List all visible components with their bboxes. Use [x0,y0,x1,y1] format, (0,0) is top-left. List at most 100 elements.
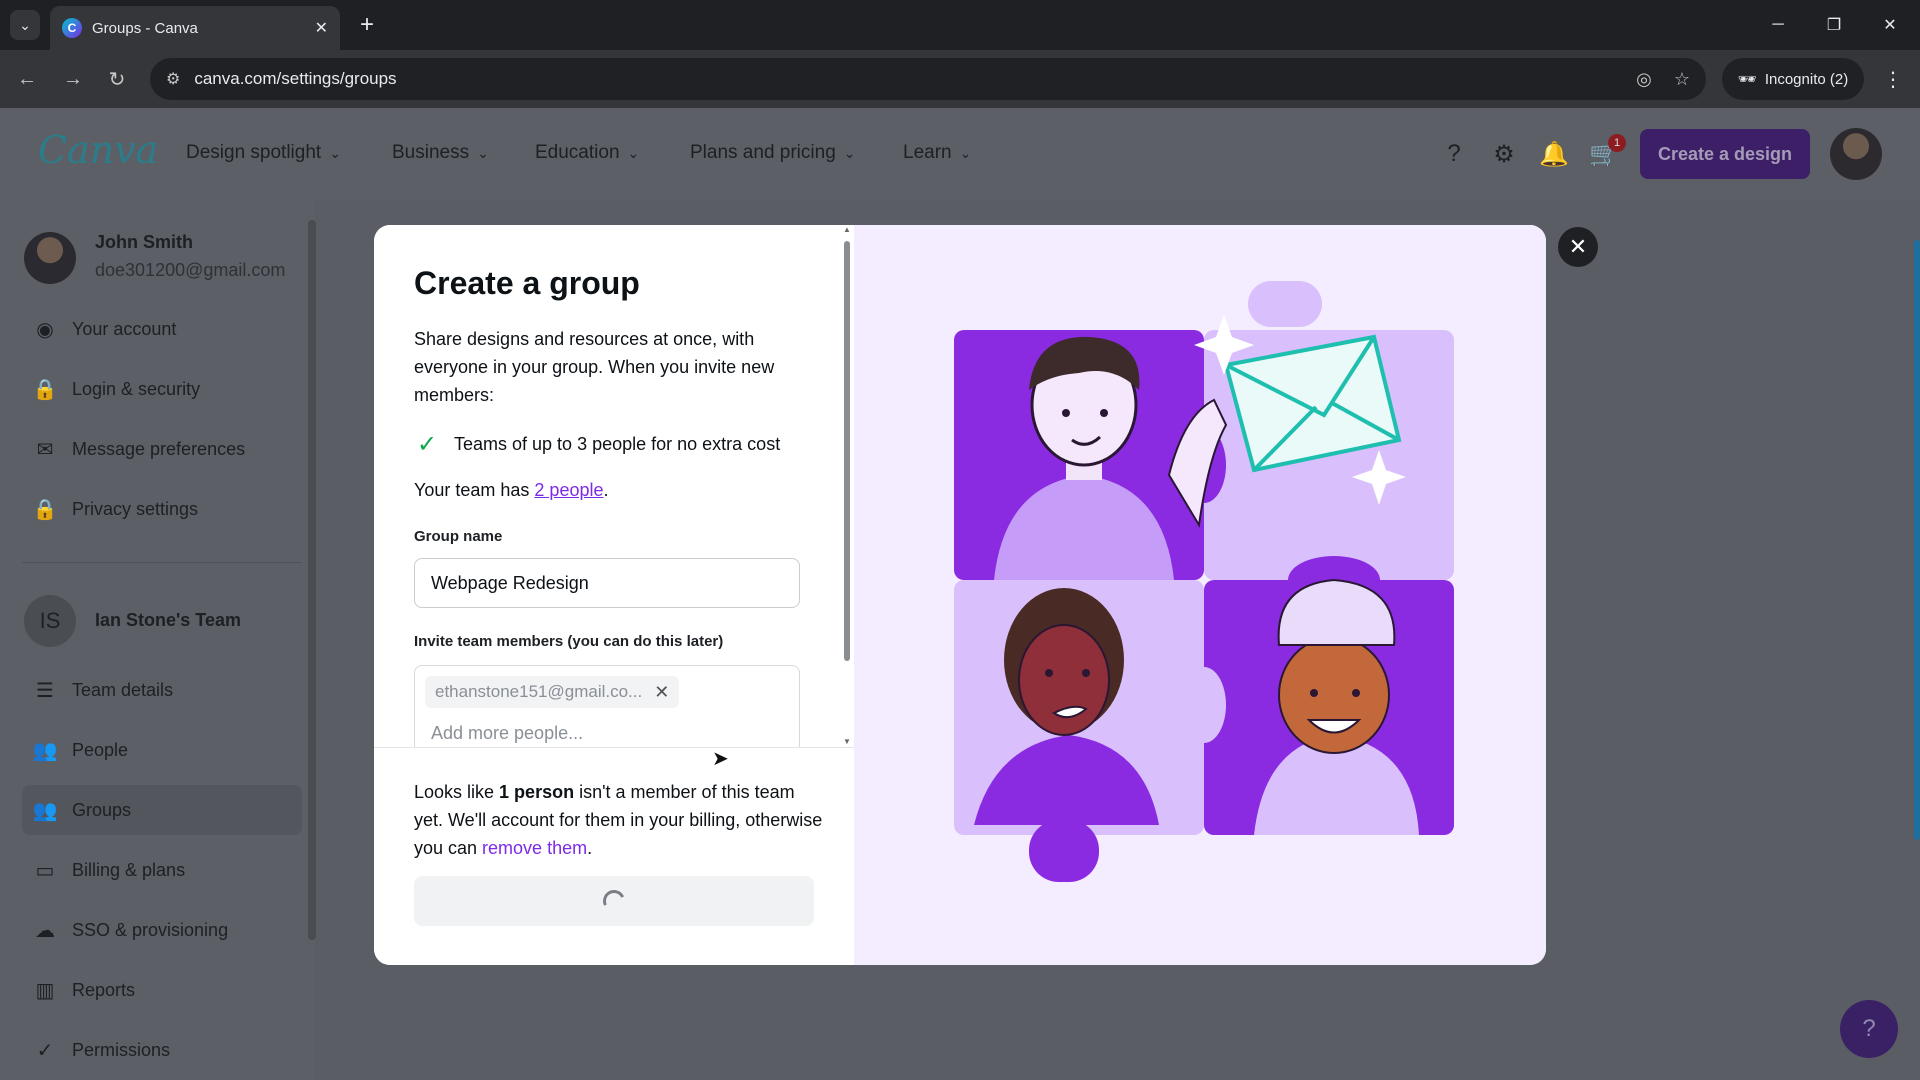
lock-icon: 🔒 [32,378,58,401]
sidebar-item-your-account[interactable]: ◉ Your account [22,304,302,354]
user-circle-icon: ◉ [36,318,54,341]
chevron-down-icon: ⌄ [477,144,489,161]
create-group-submit-button[interactable] [414,876,814,926]
add-more-people-input[interactable] [431,723,771,744]
restore-icon[interactable]: ❐ [1814,8,1854,42]
sidebar-user-avatar [24,232,76,284]
sidebar-user-name: John Smith [95,232,193,252]
sidebar-item-message-preferences[interactable]: ✉ Message preferences [22,424,302,474]
settings-sidebar: John Smith doe301200@gmail.com ◉ Your acc… [0,200,315,1080]
sidebar-scrollbar[interactable] [306,210,318,1080]
benefit-row: ✓ Teams of up to 3 people for no extra c… [414,430,780,459]
sidebar-item-privacy-settings[interactable]: 🔒 Privacy settings [22,484,302,534]
user-avatar[interactable] [1830,128,1882,180]
credit-card-icon: ▭ [35,859,55,882]
group-name-input[interactable] [414,558,800,608]
nav-education[interactable]: Education ⌄ [535,142,639,164]
cart-count-badge: 1 [1608,134,1626,152]
canva-favicon-icon: C [62,18,82,38]
incognito-indicator[interactable]: 🕶 Incognito (2) [1722,58,1864,100]
mouse-cursor-icon: ➤ [712,748,729,770]
modal-form-panel: Create a group Share designs and resourc… [374,225,854,965]
sidebar-item-groups[interactable]: 👥 Groups [22,785,302,835]
sidebar-scroll-thumb[interactable] [308,220,316,940]
modal-scrollbar[interactable]: ▲ ▼ [842,225,852,746]
site-info-icon[interactable]: ⚙ [166,69,180,89]
team-people-link[interactable]: 2 people [534,480,603,500]
address-bar[interactable]: ⚙ canva.com/settings/groups ◎ ☆ [150,58,1706,100]
group-puzzle-illustration [954,281,1454,882]
nav-business[interactable]: Business ⌄ [392,142,489,164]
sidebar-item-billing-plans[interactable]: ▭ Billing & plans [22,845,302,895]
sidebar-item-sso-provisioning[interactable]: ☁ SSO & provisioning [22,905,302,955]
remove-them-link[interactable]: remove them [482,838,587,858]
window-close-icon[interactable]: ✕ [1870,8,1910,42]
canva-logo[interactable]: Canva [38,128,158,172]
help-fab-button[interactable]: ? [1840,1000,1898,1058]
scroll-up-arrow-icon[interactable]: ▲ [843,225,851,234]
notifications-bell-icon[interactable]: 🔔 [1538,138,1570,170]
benefit-text: Teams of up to 3 people for no extra cos… [454,434,781,454]
eye-off-icon[interactable]: ◎ [1636,69,1652,90]
create-group-modal: Create a group Share designs and resourc… [374,225,1546,965]
team-name: Ian Stone's Team [95,610,241,630]
invite-email-chip: ethanstone151@gmail.co... ✕ [425,676,680,708]
check-circle-icon: ✓ [36,1039,54,1062]
nav-plans-and-pricing[interactable]: Plans and pricing ⌄ [690,142,856,164]
browser-tabbar: ⌄ C Groups - Canva ✕ + ─ ❐ ✕ [0,0,1920,50]
sidebar-item-login-security[interactable]: 🔒 Login & security [22,364,302,414]
modal-close-icon[interactable]: ✕ [1558,227,1598,267]
browser-menu-icon[interactable]: ⋮ [1878,64,1908,94]
browser-tab[interactable]: C Groups - Canva ✕ [50,6,340,50]
list-icon: ☰ [36,679,54,702]
new-tab-icon[interactable]: + [352,10,382,40]
chevron-down-icon: ⌄ [329,144,341,161]
scroll-down-arrow-icon[interactable]: ▼ [843,737,851,746]
create-design-button[interactable]: Create a design [1640,129,1810,179]
incognito-icon: 🕶 [1737,71,1757,88]
sidebar-item-permissions[interactable]: ✓ Permissions [22,1025,302,1075]
modal-description: Share designs and resources at once, wit… [414,329,775,405]
settings-gear-icon[interactable]: ⚙ [1488,138,1520,170]
envelope-icon: ✉ [36,438,54,461]
reload-icon[interactable]: ↻ [102,64,132,94]
billing-notice: Looks like 1 person isn't a member of th… [414,782,823,858]
bar-chart-icon: ▥ [35,979,55,1002]
help-icon[interactable]: ? [1438,138,1470,170]
url-text[interactable]: canva.com/settings/groups [194,69,1614,89]
sidebar-item-team-details[interactable]: ☰ Team details [22,665,302,715]
remove-chip-icon[interactable]: ✕ [654,682,669,703]
modal-footer-divider [374,747,854,748]
invite-label: Invite team members (you can do this lat… [414,633,724,650]
privacy-lock-icon: 🔒 [32,498,58,521]
browser-toolbar: ← → ↻ ⚙ canva.com/settings/groups ◎ ☆ 🕶 … [0,50,1920,108]
tab-close-icon[interactable]: ✕ [315,18,328,38]
site-header: Canva Design spotlight ⌄ Business ⌄ Educat… [0,108,1920,200]
back-icon[interactable]: ← [12,64,42,94]
bookmark-star-icon[interactable]: ☆ [1674,69,1690,90]
chevron-down-icon: ⌄ [959,144,972,161]
modal-scroll-thumb[interactable] [844,241,850,661]
team-count-text: Your team has 2 people. [414,480,609,500]
group-name-label: Group name [414,528,503,545]
modal-scroll-area: Create a group Share designs and resourc… [374,225,854,747]
nav-learn[interactable]: Learn ⌄ [903,142,971,164]
sidebar-item-people[interactable]: 👥 People [22,725,302,775]
page-scrollbar[interactable] [1914,240,1920,840]
nav-design-spotlight[interactable]: Design spotlight ⌄ [186,142,341,164]
invite-members-field[interactable]: ethanstone151@gmail.co... ✕ [414,665,800,747]
tab-title: Groups - Canva [92,19,198,37]
chevron-down-icon: ⌄ [627,144,640,161]
modal-illustration-panel [854,225,1546,965]
invite-chip-text: ethanstone151@gmail.co... [435,682,643,701]
team-avatar: IS [24,595,76,647]
tab-search-icon[interactable]: ⌄ [10,10,40,40]
forward-icon[interactable]: → [58,64,88,94]
groups-icon: 👥 [32,799,58,822]
minimize-icon[interactable]: ─ [1758,8,1798,42]
sidebar-divider [22,562,302,563]
sidebar-user-email: doe301200@gmail.com [95,260,286,280]
sidebar-item-reports[interactable]: ▥ Reports [22,965,302,1015]
chevron-down-icon: ⌄ [843,144,856,161]
people-icon: 👥 [32,739,58,762]
